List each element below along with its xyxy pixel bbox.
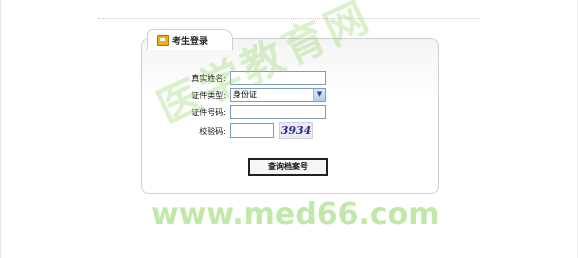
watermark-url: www.med66.com: [151, 197, 440, 232]
login-panel-tab: 考生登录: [147, 29, 233, 50]
id-type-selected-value: 身份证: [233, 90, 257, 99]
captcha-label: 校验码:: [199, 127, 226, 136]
panel-title: 考生登录: [172, 37, 209, 47]
real-name-input[interactable]: [230, 71, 326, 85]
captcha-image[interactable]: 3934: [279, 122, 313, 139]
id-type-label: 证件类型:: [191, 91, 226, 100]
left-rail: [0, 0, 1, 258]
query-archive-button[interactable]: 查询档案号: [248, 158, 328, 176]
page: 考生登录 真实姓名: 证件类型: 身份证 ▼ 证件号码: 校验码: 3934 查…: [0, 0, 578, 258]
dotted-divider: [98, 18, 480, 19]
id-number-label: 证件号码:: [191, 108, 226, 117]
id-type-select[interactable]: 身份证 ▼: [230, 88, 326, 102]
login-folder-icon: [157, 35, 169, 46]
chevron-down-icon[interactable]: ▼: [313, 89, 325, 101]
captcha-input[interactable]: [230, 123, 274, 138]
real-name-label: 真实姓名:: [191, 74, 226, 83]
id-number-input[interactable]: [230, 105, 326, 119]
